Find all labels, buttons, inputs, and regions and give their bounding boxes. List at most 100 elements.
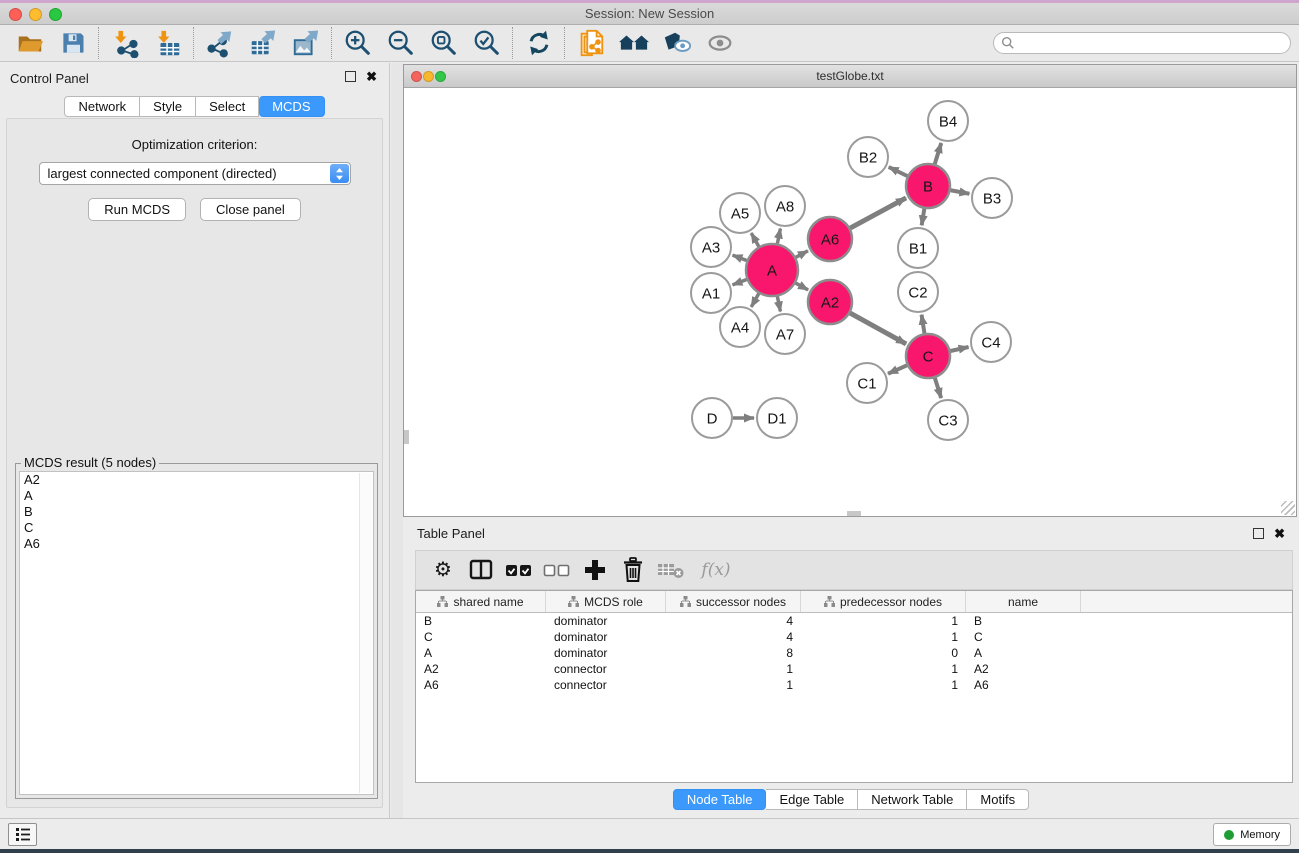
select-all-button[interactable]: [500, 553, 538, 587]
style-preview-button[interactable]: [655, 26, 698, 60]
edge-B-B1[interactable]: [922, 209, 925, 226]
table-tab-node-table[interactable]: Node Table: [673, 789, 767, 810]
minimize-window-button[interactable]: [29, 8, 42, 21]
search-field[interactable]: [993, 32, 1291, 54]
edge-A-A1[interactable]: [733, 280, 747, 285]
table-settings-button[interactable]: ⚙: [424, 553, 462, 587]
cell[interactable]: connector: [546, 678, 666, 692]
delete-column-button[interactable]: [614, 553, 652, 587]
edge-A-A6[interactable]: [796, 251, 808, 257]
network-zoom-button[interactable]: [435, 71, 446, 82]
edge-B-B3[interactable]: [951, 190, 970, 194]
window-resize-grip[interactable]: [1281, 501, 1295, 515]
table-tab-network-table[interactable]: Network Table: [858, 789, 967, 810]
cell[interactable]: A: [966, 646, 1081, 660]
edge-B-B2[interactable]: [889, 167, 908, 176]
edge-A-A3[interactable]: [733, 255, 747, 260]
edge-C-C4[interactable]: [950, 347, 968, 351]
edge-C-C2[interactable]: [922, 315, 925, 334]
table-row-a[interactable]: Adominator80A: [416, 645, 1292, 661]
optimization-select[interactable]: largest connected component (directed): [39, 162, 351, 185]
cell[interactable]: 1: [801, 678, 966, 692]
export-table-button[interactable]: [241, 26, 284, 60]
column-header-predecessor-nodes[interactable]: predecessor nodes: [801, 591, 966, 612]
table-tab-edge-table[interactable]: Edge Table: [766, 789, 858, 810]
task-history-button[interactable]: [8, 823, 37, 846]
edge-A-A5[interactable]: [751, 233, 759, 246]
network-window-titlebar[interactable]: testGlobe.txt: [404, 65, 1296, 88]
zoom-in-button[interactable]: [336, 26, 379, 60]
zoom-out-button[interactable]: [379, 26, 422, 60]
cell[interactable]: 0: [801, 646, 966, 660]
zoom-fit-button[interactable]: [422, 26, 465, 60]
edge-A-A4[interactable]: [751, 294, 759, 307]
cell[interactable]: dominator: [546, 614, 666, 628]
result-item-b[interactable]: B: [20, 504, 373, 520]
cell[interactable]: A6: [966, 678, 1081, 692]
result-item-a2[interactable]: A2: [20, 472, 373, 488]
float-panel-icon[interactable]: [345, 71, 356, 82]
cell[interactable]: 1: [801, 630, 966, 644]
run-mcds-button[interactable]: Run MCDS: [88, 198, 186, 221]
refresh-view-button[interactable]: [517, 26, 560, 60]
panel-divider[interactable]: [391, 63, 403, 818]
table-row-c[interactable]: Cdominator41C: [416, 629, 1292, 645]
cell[interactable]: 1: [666, 662, 801, 676]
memory-button[interactable]: Memory: [1213, 823, 1291, 846]
edge-C-C1[interactable]: [888, 365, 907, 373]
zoom-window-button[interactable]: [49, 8, 62, 21]
network-close-button[interactable]: [411, 71, 422, 82]
delete-table-button[interactable]: [652, 553, 690, 587]
close-panel-icon[interactable]: ✖: [366, 71, 377, 82]
cell[interactable]: B: [966, 614, 1081, 628]
cell[interactable]: dominator: [546, 630, 666, 644]
table-row-b[interactable]: Bdominator41B: [416, 613, 1292, 629]
edge-B-B4[interactable]: [935, 143, 941, 164]
cell[interactable]: 1: [801, 614, 966, 628]
cell[interactable]: C: [416, 630, 546, 644]
show-hide-button[interactable]: [698, 26, 741, 60]
canvas-hscroll-thumb[interactable]: [847, 511, 861, 516]
tab-select[interactable]: Select: [196, 96, 259, 117]
mcds-result-list[interactable]: A2ABCA6: [19, 471, 374, 795]
network-minimize-button[interactable]: [423, 71, 434, 82]
cell[interactable]: C: [966, 630, 1081, 644]
cell[interactable]: A2: [416, 662, 546, 676]
function-builder-button[interactable]: f(x): [690, 553, 742, 587]
import-network-button[interactable]: [103, 26, 146, 60]
edge-A-A2[interactable]: [796, 283, 808, 290]
column-header-name[interactable]: name: [966, 591, 1081, 612]
column-header-successor-nodes[interactable]: successor nodes: [666, 591, 801, 612]
export-network-button[interactable]: [198, 26, 241, 60]
close-panel-button[interactable]: Close panel: [200, 198, 301, 221]
result-item-a6[interactable]: A6: [20, 536, 373, 552]
column-header-MCDS-role[interactable]: MCDS role: [546, 591, 666, 612]
cell[interactable]: 1: [801, 662, 966, 676]
cell[interactable]: 1: [666, 678, 801, 692]
float-table-panel-icon[interactable]: [1253, 528, 1264, 539]
add-column-button[interactable]: [576, 553, 614, 587]
close-table-panel-icon[interactable]: ✖: [1274, 528, 1285, 539]
import-table-button[interactable]: [146, 26, 189, 60]
cell[interactable]: connector: [546, 662, 666, 676]
network-canvas[interactable]: AA6A2BCA5A8A3A1A4A7B2B4B3B1C2C4C1C3DD1: [404, 88, 1296, 516]
edge-A-A8[interactable]: [777, 229, 780, 244]
table-row-a2[interactable]: A2connector11A2: [416, 661, 1292, 677]
save-session-button[interactable]: [51, 26, 94, 60]
canvas-vscroll-thumb[interactable]: [404, 430, 409, 444]
result-item-a[interactable]: A: [20, 488, 373, 504]
result-item-c[interactable]: C: [20, 520, 373, 536]
search-input[interactable]: [1015, 34, 1290, 52]
home-views-button[interactable]: [612, 26, 655, 60]
cell[interactable]: B: [416, 614, 546, 628]
cell[interactable]: 4: [666, 614, 801, 628]
edge-A6-B[interactable]: [850, 198, 906, 228]
tab-network[interactable]: Network: [64, 96, 140, 117]
export-image-button[interactable]: [284, 26, 327, 60]
split-view-button[interactable]: [462, 553, 500, 587]
table-tab-motifs[interactable]: Motifs: [967, 789, 1029, 810]
cell[interactable]: A2: [966, 662, 1081, 676]
cell[interactable]: A: [416, 646, 546, 660]
edge-C-C3[interactable]: [935, 378, 941, 398]
table-row-a6[interactable]: A6connector11A6: [416, 677, 1292, 693]
